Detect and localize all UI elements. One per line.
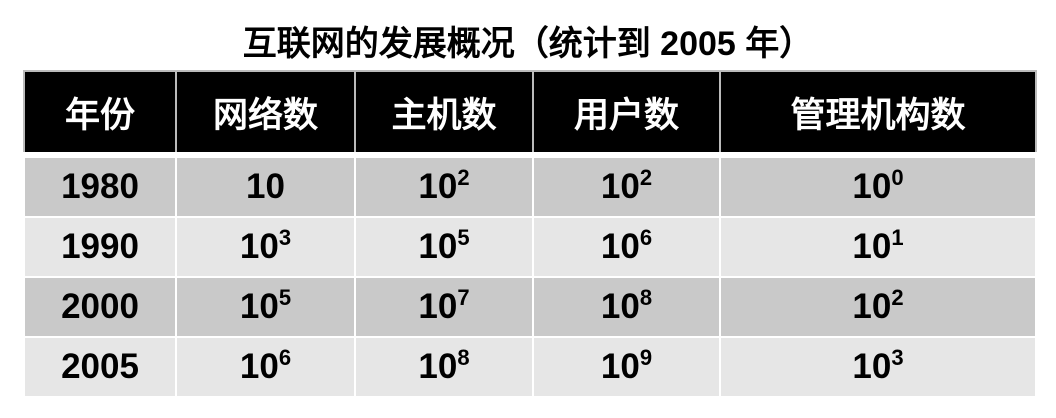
cell-base: 10 xyxy=(418,227,458,266)
cell-exponent: 9 xyxy=(639,345,653,370)
cell-base: 10 xyxy=(600,227,640,266)
cell-hosts: 108 xyxy=(354,336,534,398)
cell-networks: 10 xyxy=(175,154,356,218)
cell-registries: 101 xyxy=(719,216,1037,278)
header-registries: 管理机构数 xyxy=(719,70,1037,158)
cell-registries: 103 xyxy=(719,336,1037,398)
cell-exponent: 7 xyxy=(457,285,470,310)
cell-exponent: 3 xyxy=(891,345,904,370)
cell-base: 10 xyxy=(418,167,458,206)
cell-exponent: 6 xyxy=(639,225,653,250)
header-networks: 网络数 xyxy=(175,70,356,158)
cell-exponent: 3 xyxy=(278,225,292,250)
cell-base: 10 xyxy=(418,287,458,326)
table-row: 1980 10 102 102 100 xyxy=(23,154,1037,218)
internet-growth-table: 年份 网络数 主机数 用户数 管理机构数 1980 10 102 102 100 1990 103 1… xyxy=(23,70,1037,398)
cell-exponent: 2 xyxy=(457,165,470,190)
cell-base: 10 xyxy=(239,227,279,266)
header-hosts: 主机数 xyxy=(354,70,534,158)
cell-users: 108 xyxy=(532,276,721,338)
cell-base: 10 xyxy=(239,347,279,386)
cell-base: 10 xyxy=(418,347,458,386)
header-row: 年份 网络数 主机数 用户数 管理机构数 xyxy=(23,70,1037,158)
cell-exponent: 2 xyxy=(639,165,653,190)
cell-exponent: 5 xyxy=(457,225,470,250)
cell-hosts: 105 xyxy=(354,216,534,278)
cell-base: 2000 xyxy=(61,287,139,326)
cell-base: 2005 xyxy=(61,347,139,386)
cell-year: 2005 xyxy=(23,336,177,398)
cell-base: 10 xyxy=(600,287,640,326)
cell-exponent: 6 xyxy=(278,345,292,370)
cell-exponent: 8 xyxy=(457,345,470,370)
cell-base: 1980 xyxy=(61,167,139,206)
cell-networks: 105 xyxy=(175,276,356,338)
cell-base: 10 xyxy=(600,347,640,386)
cell-hosts: 102 xyxy=(354,154,534,218)
cell-base: 10 xyxy=(852,167,892,206)
table-row: 1990 103 105 106 101 xyxy=(23,216,1037,278)
cell-exponent: 1 xyxy=(891,225,904,250)
cell-year: 2000 xyxy=(23,276,177,338)
cell-registries: 100 xyxy=(719,154,1037,218)
cell-year: 1980 xyxy=(23,154,177,218)
cell-hosts: 107 xyxy=(354,276,534,338)
cell-base: 10 xyxy=(852,287,892,326)
table-row: 2000 105 107 108 102 xyxy=(23,276,1037,338)
header-users: 用户数 xyxy=(532,70,721,158)
cell-users: 109 xyxy=(532,336,721,398)
cell-year: 1990 xyxy=(23,216,177,278)
cell-networks: 106 xyxy=(175,336,356,398)
cell-base: 10 xyxy=(239,287,279,326)
cell-exponent: 5 xyxy=(278,285,292,310)
table-row: 2005 106 108 109 103 xyxy=(23,336,1037,398)
cell-exponent: 2 xyxy=(891,285,904,310)
cell-exponent: 8 xyxy=(639,285,653,310)
cell-base: 10 xyxy=(852,347,892,386)
cell-registries: 102 xyxy=(719,276,1037,338)
cell-base: 10 xyxy=(600,167,640,206)
cell-users: 106 xyxy=(532,216,721,278)
table-title: 互联网的发展概况（统计到 2005 年） xyxy=(242,25,814,63)
header-year: 年份 xyxy=(23,70,177,158)
cell-base: 10 xyxy=(246,167,285,206)
cell-base: 1990 xyxy=(61,227,139,266)
cell-users: 102 xyxy=(532,154,721,218)
cell-networks: 103 xyxy=(175,216,356,278)
cell-base: 10 xyxy=(852,227,892,266)
cell-exponent: 0 xyxy=(891,165,904,190)
